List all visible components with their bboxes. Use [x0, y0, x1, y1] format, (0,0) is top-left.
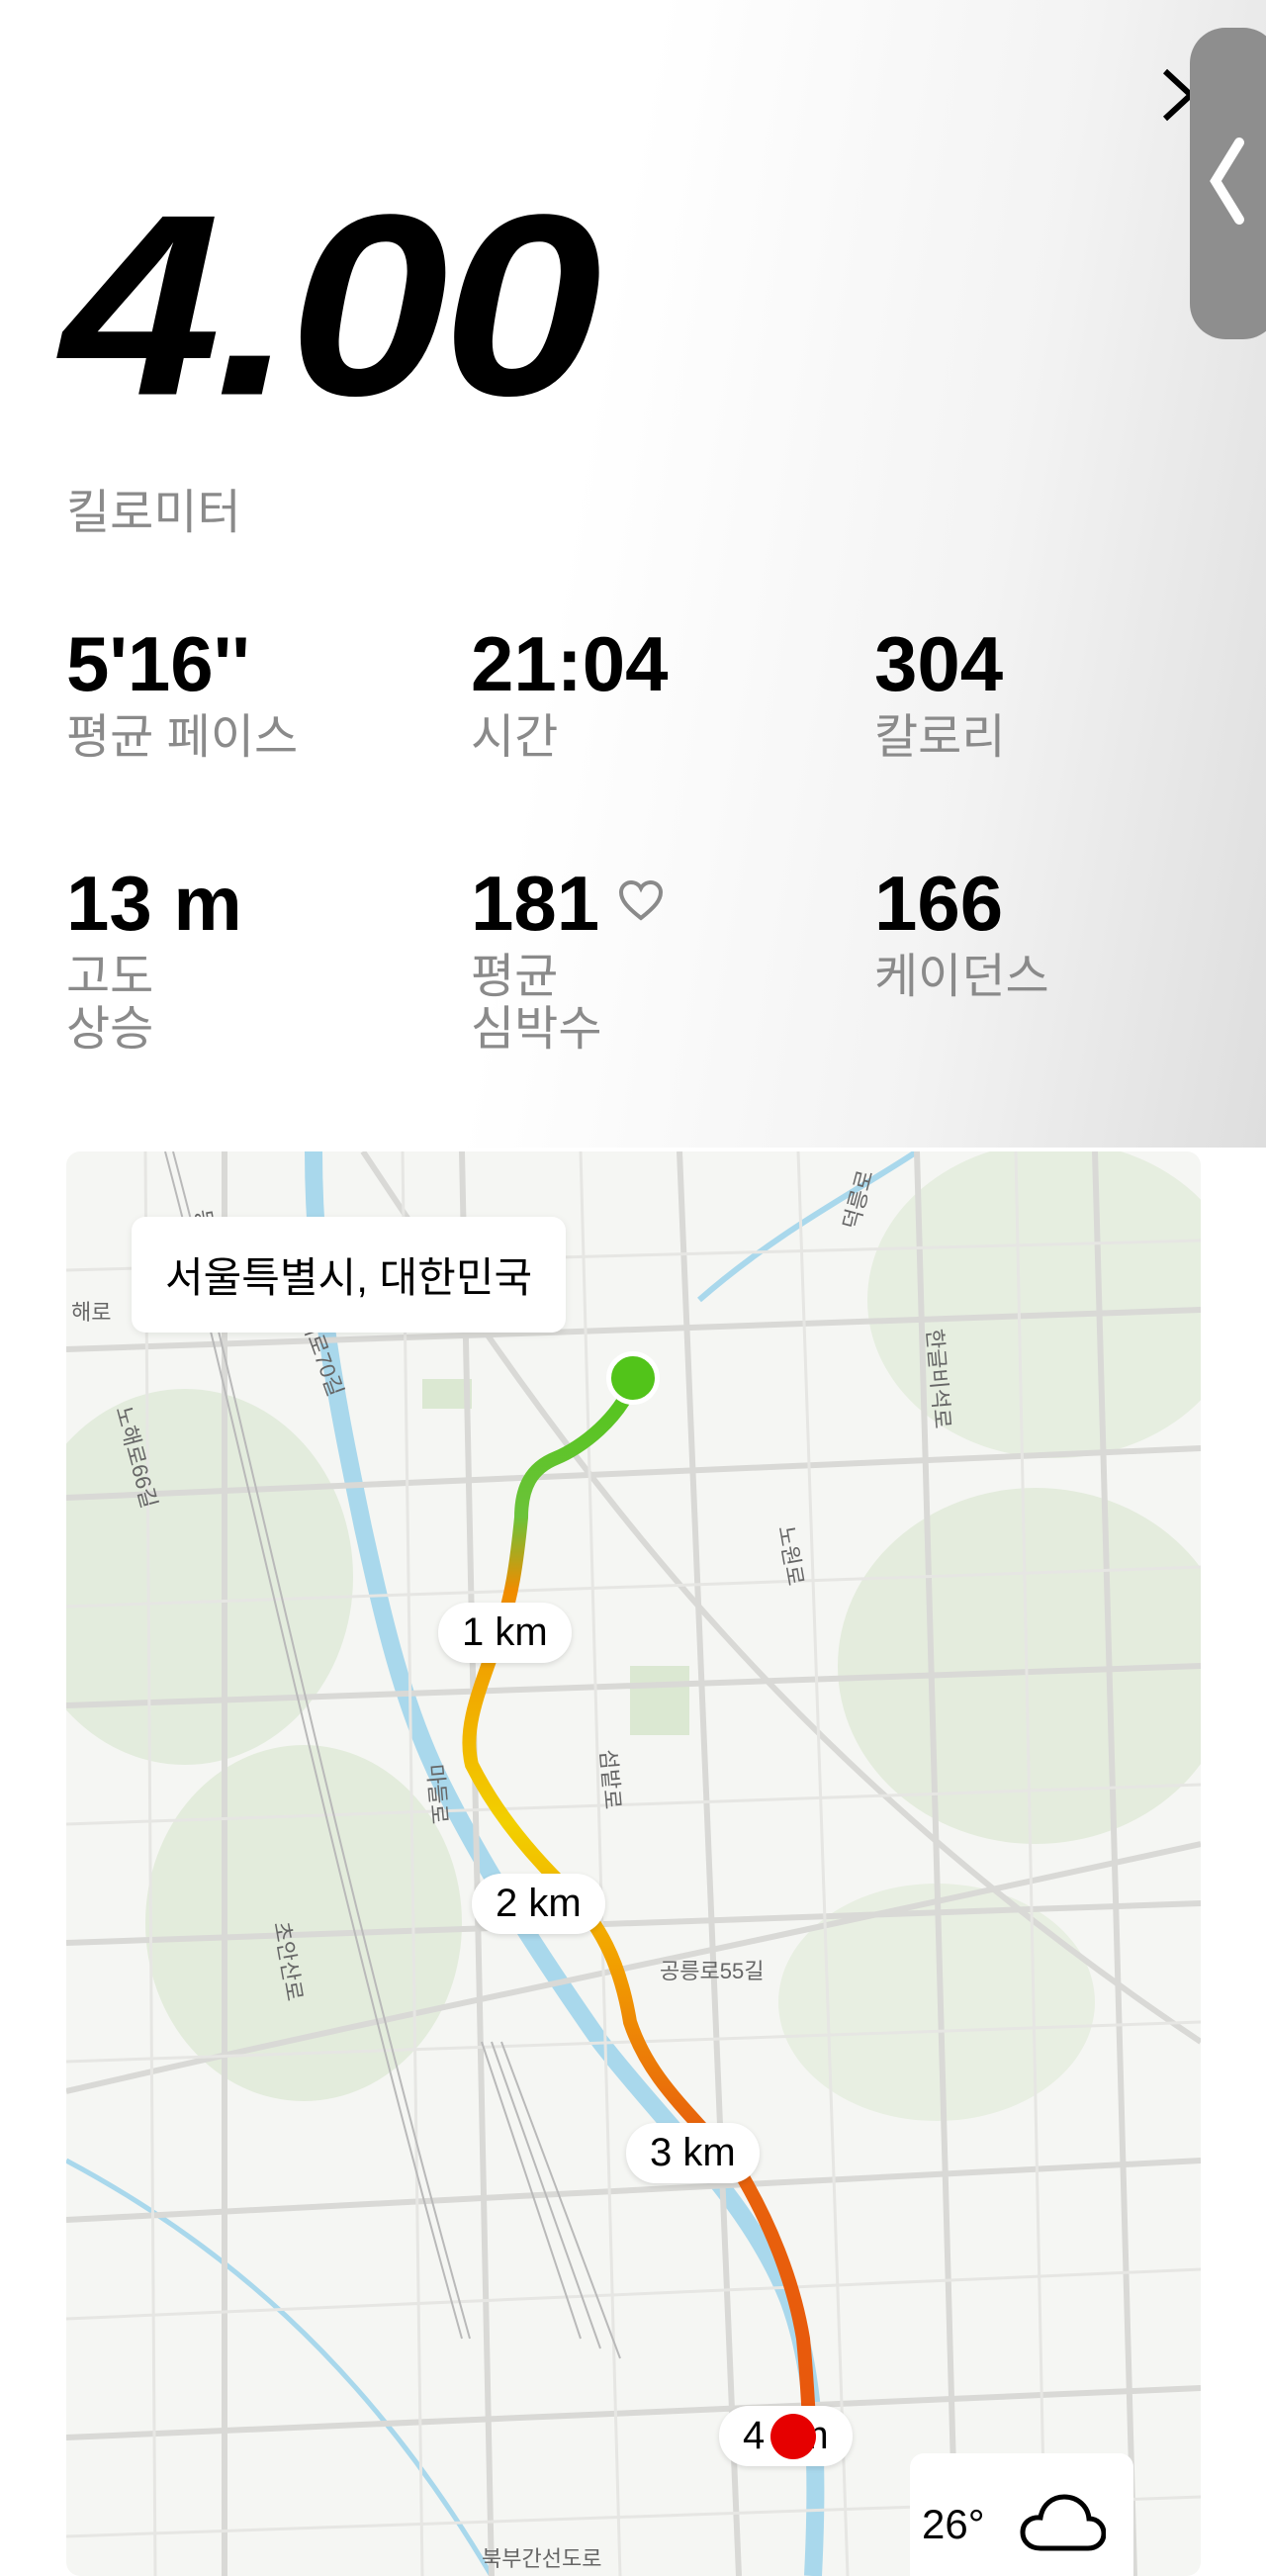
pace-value: 5'16'' — [66, 620, 250, 707]
stat-pace: 5'16'' 평균 페이스 — [66, 625, 298, 765]
chevron-left-icon — [1210, 138, 1244, 225]
heart-rate-label-line2: 심박수 — [471, 1002, 602, 1056]
elevation-label-line1: 고도 — [66, 951, 154, 1003]
cadence-label: 케이던스 — [874, 951, 1049, 1003]
stat-time: 21:04 시간 — [471, 625, 669, 765]
stat-heart-rate: 181 평균 심박수 — [471, 865, 665, 1057]
calories-label: 칼로리 — [874, 711, 1006, 764]
cloud-icon — [1020, 2494, 1106, 2551]
stat-cadence: 166 케이던스 — [874, 865, 1049, 1004]
weather-widget: 26° — [910, 2453, 1133, 2576]
km-marker-1: 1 km — [438, 1603, 572, 1663]
street-label: 해로 — [71, 1300, 111, 1325]
elevation-label-line2: 상승 — [66, 1002, 154, 1056]
street-label: 덕릉로 — [839, 1167, 878, 1232]
time-label: 시간 — [471, 711, 559, 764]
route-finish-marker — [770, 2414, 816, 2459]
stat-elevation: 13 m 고도 상승 — [66, 865, 242, 1057]
distance-unit: 킬로미터 — [66, 487, 241, 539]
time-value: 21:04 — [471, 620, 669, 707]
cadence-value: 166 — [874, 860, 1004, 947]
elevation-label: 고도 상승 — [66, 951, 242, 1057]
distance-value: 4.00 — [61, 160, 601, 450]
street-label: 섬밭로 — [595, 1748, 625, 1810]
km-marker-2: 2 km — [472, 1874, 605, 1934]
heart-rate-value: 181 — [471, 860, 600, 947]
elevation-value: 13 m — [66, 860, 242, 947]
street-label: 공릉로55길 — [660, 1959, 764, 1983]
weather-temperature: 26° — [922, 2501, 985, 2547]
heart-icon — [619, 880, 664, 921]
stat-calories: 304 칼로리 — [874, 625, 1005, 765]
side-panel-handle[interactable] — [1190, 28, 1266, 339]
heart-rate-row: 181 — [471, 865, 665, 942]
heart-rate-label-line1: 평균 — [471, 951, 559, 1003]
km-marker-3: 3 km — [626, 2123, 760, 2183]
route-start-marker — [606, 1351, 660, 1405]
street-label: 마들로 — [422, 1763, 452, 1825]
street-label: 노원로 — [773, 1524, 808, 1588]
pace-label: 평균 페이스 — [66, 711, 299, 764]
route-map[interactable]: 동일로69길 해로 노해로66길 노해로70길 덕릉로 한글비석로 노원로 마들… — [66, 1151, 1201, 2576]
heart-rate-label: 평균 심박수 — [471, 951, 665, 1057]
calories-value: 304 — [874, 620, 1004, 707]
location-label: 서울특별시, 대한민국 — [132, 1217, 567, 1333]
